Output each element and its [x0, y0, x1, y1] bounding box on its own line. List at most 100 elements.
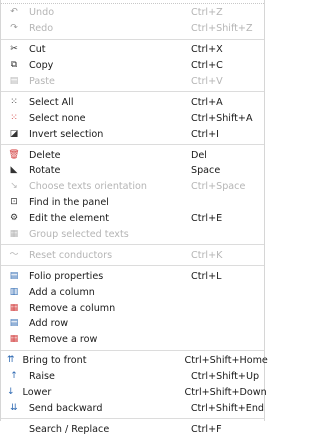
menu-item-copy[interactable]: ⧉ Copy Ctrl+C — [1, 58, 264, 74]
menu-item-remove-row[interactable]: ▦ Remove a row — [1, 332, 264, 348]
menu-item-invert-selection[interactable]: ◪ Invert selection Ctrl+I — [1, 126, 264, 142]
invert-selection-icon: ◪ — [9, 128, 19, 139]
menu-item-shortcut: Ctrl+Space — [191, 181, 246, 193]
menu-item-shortcut: Ctrl+Shift+End — [190, 402, 264, 414]
menu-item-shortcut: Ctrl+C — [191, 60, 223, 72]
lower-icon: ↓ — [7, 387, 15, 398]
redo-icon: ↷ — [10, 23, 18, 34]
menu-item-shortcut: Ctrl+Shift+Z — [191, 23, 253, 35]
menu-item-rotate[interactable]: ◣ Rotate Space — [1, 163, 264, 179]
menu-separator — [1, 91, 264, 93]
select-all-icon: ⁙ — [10, 96, 18, 107]
menu-item-select-all[interactable]: ⁙ Select All Ctrl+A — [1, 94, 264, 110]
menu-top-border — [1, 0, 264, 4]
menu-item-label: Redo — [29, 23, 54, 35]
menu-item-shortcut: Ctrl+K — [191, 249, 223, 261]
menu-item-group-selected-texts[interactable]: ▦ Group selected texts — [1, 227, 264, 243]
menu-item-shortcut: Ctrl+E — [191, 213, 223, 225]
menu-item-label: Raise — [29, 371, 55, 383]
find-icon: ⊡ — [10, 197, 18, 208]
menu-item-label: Add a column — [29, 286, 95, 298]
menu-item-label: Group selected texts — [29, 229, 129, 241]
menu-separator — [1, 38, 264, 40]
group-icon: ▦ — [9, 229, 19, 240]
menu-item-folio-properties[interactable]: ▤ Folio properties Ctrl+L — [1, 268, 264, 284]
menu-item-label: Find in the panel — [29, 197, 109, 209]
send-backward-icon: ⇊ — [10, 402, 18, 413]
menu-item-shortcut: Ctrl+Shift+A — [191, 112, 253, 124]
menu-item-shortcut: Ctrl+F — [191, 423, 222, 435]
menu-item-choose-texts-orientation[interactable]: ↘ Choose texts orientation Ctrl+Space — [1, 179, 264, 195]
edit-element-icon: ⚙ — [9, 213, 19, 224]
raise-icon: ↑ — [10, 371, 18, 382]
menu-item-label: Paste — [29, 76, 55, 87]
menu-item-remove-column[interactable]: ▦ Remove a column — [1, 300, 264, 316]
menu-item-label: Rotate — [29, 165, 61, 177]
menu-item-shortcut: Del — [191, 149, 207, 161]
scissors-icon: ✂ — [10, 44, 18, 55]
add-column-icon: ▥ — [9, 286, 19, 297]
menu-item-shortcut: Ctrl+V — [191, 76, 223, 87]
menu-item-label: Add row — [29, 318, 69, 330]
menu-item-label: Invert selection — [29, 128, 104, 140]
menu-item-shortcut: Ctrl+L — [191, 270, 222, 282]
paste-icon: ▤ — [9, 76, 19, 86]
menu-item-reset-conductors[interactable]: 〜 Reset conductors Ctrl+K — [1, 247, 264, 263]
bring-to-front-icon: ⇈ — [7, 355, 15, 366]
remove-column-icon: ▦ — [9, 302, 19, 313]
folio-properties-icon: ▤ — [9, 270, 19, 281]
menu-item-raise[interactable]: ↑ Raise Ctrl+Shift+Up — [1, 369, 264, 385]
menu-separator — [1, 144, 264, 146]
menu-item-label: Reset conductors — [29, 249, 113, 261]
menu-item-send-backward[interactable]: ⇊ Send backward Ctrl+Shift+End — [1, 400, 264, 416]
menu-item-label: Remove a column — [29, 302, 116, 314]
menu-item-shortcut: Ctrl+I — [191, 128, 219, 140]
select-none-icon: ⁙ — [10, 112, 18, 123]
menu-item-edit-element[interactable]: ⚙ Edit the element Ctrl+E — [1, 211, 264, 227]
menu-item-label: Undo — [29, 7, 55, 19]
menu-item-label: Send backward — [28, 402, 103, 414]
copy-icon: ⧉ — [10, 60, 18, 71]
menu-item-lower[interactable]: ↓ Lower Ctrl+Shift+Down — [1, 385, 267, 401]
menu-item-label: Select none — [29, 112, 86, 124]
menu-item-label: Cut — [29, 44, 46, 56]
menu-item-label: Choose texts orientation — [29, 181, 147, 193]
menu-item-shortcut: Ctrl+Z — [191, 7, 223, 19]
menu-item-shortcut: Ctrl+X — [191, 44, 223, 56]
menu-separator — [1, 418, 264, 420]
menu-item-label: Lower — [22, 387, 52, 399]
add-row-icon: ▤ — [9, 318, 19, 329]
menu-separator — [1, 349, 264, 351]
rotate-icon: ◣ — [10, 165, 18, 176]
menu-item-label: Edit the element — [29, 213, 109, 225]
menu-separator — [1, 244, 264, 246]
menu-item-paste[interactable]: ▤ Paste Ctrl+V — [1, 74, 264, 90]
menu-item-add-row[interactable]: ▤ Add row — [1, 316, 264, 332]
remove-row-icon: ▦ — [9, 334, 19, 345]
menu-item-label: Search / Replace — [29, 423, 110, 435]
text-orientation-icon: ↘ — [10, 181, 18, 192]
menu-separator — [1, 265, 264, 267]
menu-item-delete[interactable]: 🗑 Delete Del — [1, 147, 264, 163]
undo-icon: ↶ — [10, 7, 18, 18]
menu-item-shortcut: Space — [191, 165, 221, 177]
menu-item-label: Remove a row — [29, 334, 98, 346]
menu-item-find-in-panel[interactable]: ⊡ Find in the panel — [1, 195, 264, 211]
menu-item-cut[interactable]: ✂ Cut Ctrl+X — [1, 42, 264, 58]
edit-context-menu: ↶ Undo Ctrl+Z ↷ Redo Ctrl+Shift+Z ✂ Cut … — [0, 0, 268, 435]
menu-item-search-replace[interactable]: Search / Replace Ctrl+F — [1, 421, 264, 437]
menu-item-shortcut: Ctrl+Shift+Down — [184, 387, 267, 399]
menu-item-select-none[interactable]: ⁙ Select none Ctrl+Shift+A — [1, 110, 264, 126]
menu-item-label: Select All — [29, 96, 74, 108]
menu-item-label: Copy — [29, 60, 54, 72]
menu-item-label: Delete — [29, 149, 61, 161]
menu-item-add-column[interactable]: ▥ Add a column — [1, 284, 264, 300]
conductor-icon: 〜 — [9, 249, 19, 260]
menu-item-bring-to-front[interactable]: ⇈ Bring to front Ctrl+Shift+Home — [1, 353, 268, 369]
menu-item-shortcut: Ctrl+Shift+Home — [184, 355, 268, 367]
menu-item-undo[interactable]: ↶ Undo Ctrl+Z — [1, 5, 264, 21]
menu-item-shortcut: Ctrl+Shift+Up — [191, 371, 260, 383]
menu-item-redo[interactable]: ↷ Redo Ctrl+Shift+Z — [1, 21, 264, 37]
menu-item-label: Folio properties — [29, 270, 104, 282]
trash-icon: 🗑 — [8, 149, 20, 160]
